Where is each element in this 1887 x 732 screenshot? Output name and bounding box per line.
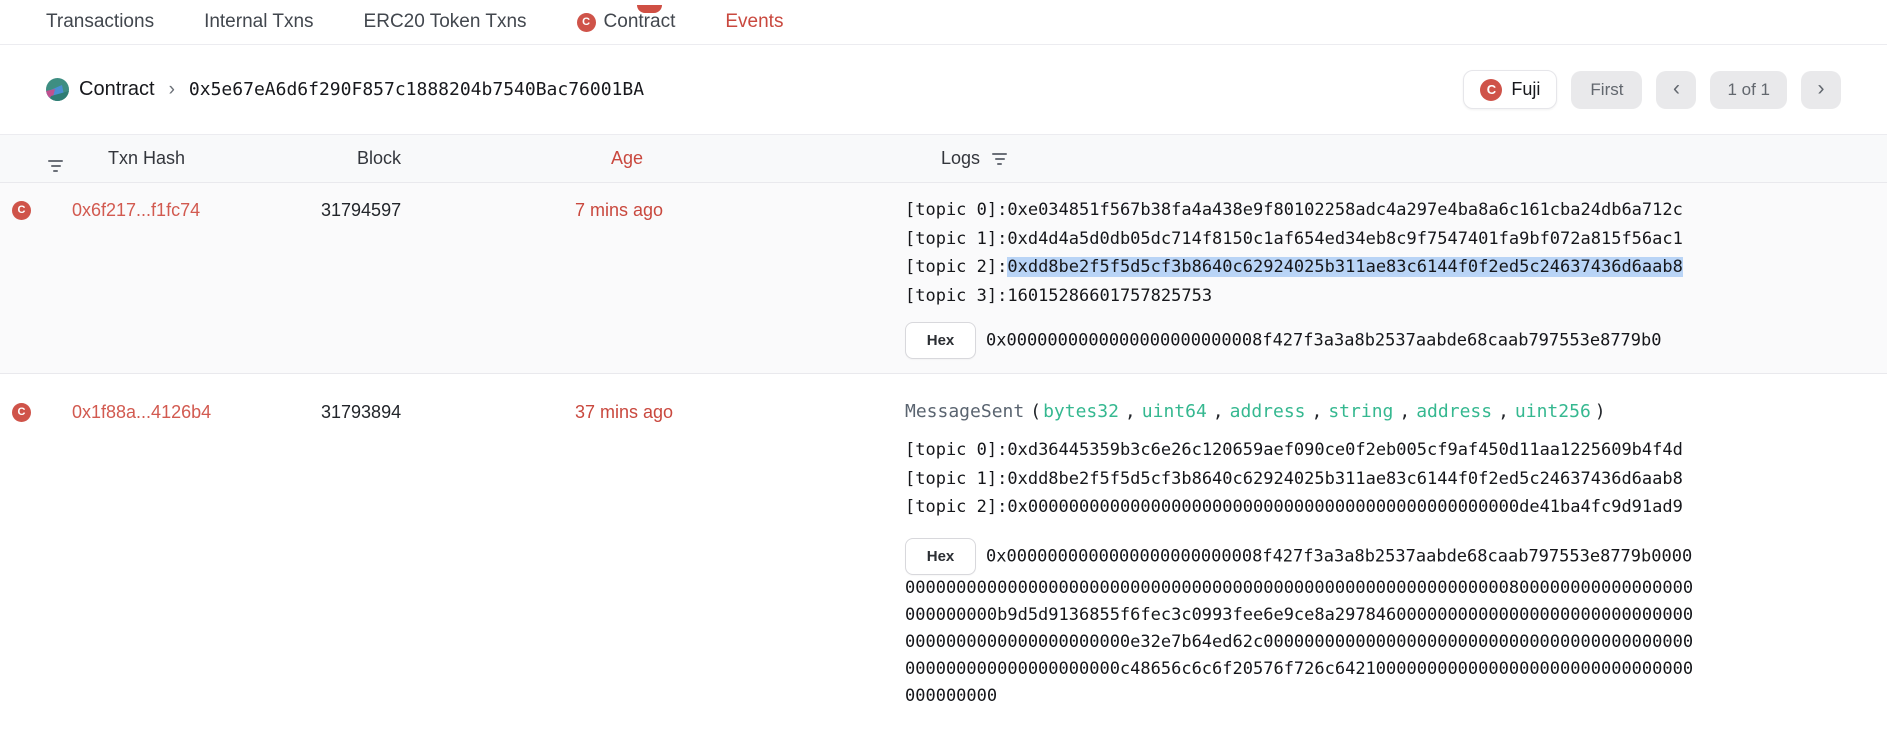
contract-identicon: [46, 78, 69, 101]
txn-hash-link[interactable]: 0x1f88a...4126b4: [72, 402, 211, 422]
topic-value: 0xdd8be2f5f5d5cf3b8640c62924025b311ae83c…: [1007, 469, 1683, 489]
log-data-hex: 0x0000000000000000000000008f427f3a3a8b25…: [905, 546, 1693, 706]
topic-value: 0xd4d4a5d0db05dc714f8150c1af654ed34eb8c9…: [1007, 229, 1683, 249]
tab-events[interactable]: Events: [725, 11, 783, 33]
event-param-type[interactable]: address: [1230, 401, 1306, 422]
contract-badge-icon: C: [577, 13, 596, 32]
column-header-logs: Logs: [941, 148, 980, 169]
log-topic-0: [topic 0]:0xd36445359b3c6e26c120659aef09…: [905, 436, 1705, 465]
hex-toggle-button[interactable]: Hex: [905, 538, 976, 575]
contract-method-icon: C: [12, 403, 31, 422]
network-selector[interactable]: C Fuji: [1463, 70, 1557, 109]
log-topic-2: [topic 2]:0x0000000000000000000000000000…: [905, 493, 1705, 522]
log-data-block: Hex 0x0000000000000000000000008f427f3a3a8…: [905, 322, 1701, 359]
chevron-left-icon: ‹: [1673, 77, 1680, 101]
comma: ,: [1312, 401, 1323, 422]
logs-cell: [topic 0]:0xe034851f567b38fa4a438e9f8010…: [905, 196, 1705, 359]
logs-filter-icon[interactable]: [992, 153, 1007, 165]
event-param-type[interactable]: uint64: [1142, 401, 1207, 422]
comma: ,: [1125, 401, 1136, 422]
pagination-prev-button[interactable]: ‹: [1656, 71, 1696, 109]
header-controls: C Fuji First ‹ 1 of 1 ›: [1463, 70, 1841, 109]
pagination-next-button[interactable]: ›: [1801, 71, 1841, 109]
log-topic-0: [topic 0]:0xe034851f567b38fa4a438e9f8010…: [905, 196, 1705, 225]
age-cell: 37 mins ago: [575, 398, 905, 426]
chevron-right-icon: ›: [1818, 77, 1825, 101]
log-topic-2: [topic 2]:0xdd8be2f5f5d5cf3b8640c6292402…: [905, 253, 1705, 282]
column-header-age[interactable]: Age: [611, 148, 941, 169]
topic-value: 16015286601757825753: [1007, 286, 1212, 306]
tab-label: Internal Txns: [204, 11, 313, 33]
log-topic-3: [topic 3]:16015286601757825753: [905, 282, 1705, 311]
events-header: Contract › 0x5e67eA6d6f290F857c1888204b7…: [0, 45, 1887, 135]
log-topic-1: [topic 1]:0xdd8be2f5f5d5cf3b8640c6292402…: [905, 465, 1705, 494]
tab-contract[interactable]: C Contract: [577, 11, 676, 33]
topic-value-selected: 0xdd8be2f5f5d5cf3b8640c62924025b311ae83c…: [1007, 257, 1683, 277]
log-topic-1: [topic 1]:0xd4d4a5d0db05dc714f8150c1af65…: [905, 225, 1705, 254]
tab-label: ERC20 Token Txns: [364, 11, 527, 33]
age-cell: 7 mins ago: [575, 196, 905, 224]
comma: ,: [1498, 401, 1509, 422]
txn-hash-cell: 0x6f217...f1fc74: [72, 196, 321, 224]
table-header-row: Txn Hash Block Age Logs: [0, 135, 1887, 183]
logs-cell: MessageSent(bytes32,uint64,address,strin…: [905, 398, 1705, 710]
log-data-hex: 0x0000000000000000000000008f427f3a3a8b25…: [986, 331, 1662, 351]
event-name: MessageSent: [905, 401, 1024, 422]
topic-label: [topic 3]:: [905, 286, 1007, 306]
event-param-type[interactable]: string: [1328, 401, 1393, 422]
event-signature: MessageSent(bytes32,uint64,address,strin…: [905, 398, 1705, 426]
topic-label: [topic 2]:: [905, 497, 1007, 517]
tab-label: Events: [725, 11, 783, 33]
breadcrumb-root: Contract: [79, 78, 155, 101]
breadcrumb: Contract › 0x5e67eA6d6f290F857c1888204b7…: [46, 78, 644, 101]
column-header-txn-hash: Txn Hash: [108, 148, 357, 169]
comma: ,: [1213, 401, 1224, 422]
tab-erc20-token-txns[interactable]: ERC20 Token Txns: [364, 11, 527, 33]
network-chain-icon: C: [1480, 79, 1502, 101]
paren-open: (: [1030, 401, 1041, 422]
event-param-type[interactable]: address: [1416, 401, 1492, 422]
event-param-type[interactable]: bytes32: [1043, 401, 1119, 422]
breadcrumb-separator-icon: ›: [169, 79, 175, 101]
block-cell: 31794597: [321, 196, 575, 224]
tab-bar: Transactions Internal Txns ERC20 Token T…: [0, 0, 1887, 45]
txn-hash-link[interactable]: 0x6f217...f1fc74: [72, 200, 200, 220]
filter-icon[interactable]: [48, 160, 63, 172]
paren-close: ): [1595, 401, 1606, 422]
topic-value: 0x00000000000000000000000000000000000000…: [1007, 497, 1683, 517]
tab-transactions[interactable]: Transactions: [46, 11, 154, 33]
tab-internal-txns[interactable]: Internal Txns: [204, 11, 313, 33]
block-cell: 31793894: [321, 398, 575, 426]
contract-address: 0x5e67eA6d6f290F857c1888204b7540Bac76001…: [189, 79, 644, 100]
comma: ,: [1399, 401, 1410, 422]
contract-method-icon: C: [12, 201, 31, 220]
event-log-row: C 0x6f217...f1fc74 31794597 7 mins ago […: [0, 183, 1887, 374]
topic-label: [topic 1]:: [905, 469, 1007, 489]
topic-label: [topic 0]:: [905, 200, 1007, 220]
topic-value: 0xe034851f567b38fa4a438e9f80102258adc4a2…: [1007, 200, 1683, 220]
txn-hash-cell: 0x1f88a...4126b4: [72, 398, 321, 426]
column-header-block: Block: [357, 148, 611, 169]
topic-label: [topic 1]:: [905, 229, 1007, 249]
pagination-first-button[interactable]: First: [1571, 71, 1642, 109]
event-param-type[interactable]: uint256: [1515, 401, 1591, 422]
tab-label: Transactions: [46, 11, 154, 33]
topic-label: [topic 0]:: [905, 440, 1007, 460]
topic-label: [topic 2]:: [905, 257, 1007, 277]
log-data-block: Hex0x0000000000000000000000008f427f3a3a8…: [905, 538, 1701, 710]
event-log-row: C 0x1f88a...4126b4 31793894 37 mins ago …: [0, 374, 1887, 732]
tab-label: Contract: [604, 11, 676, 33]
hex-toggle-button[interactable]: Hex: [905, 322, 976, 359]
topic-value: 0xd36445359b3c6e26c120659aef090ce0f2eb00…: [1007, 440, 1683, 460]
pagination-page-indicator[interactable]: 1 of 1: [1710, 71, 1787, 109]
network-name: Fuji: [1511, 79, 1540, 100]
